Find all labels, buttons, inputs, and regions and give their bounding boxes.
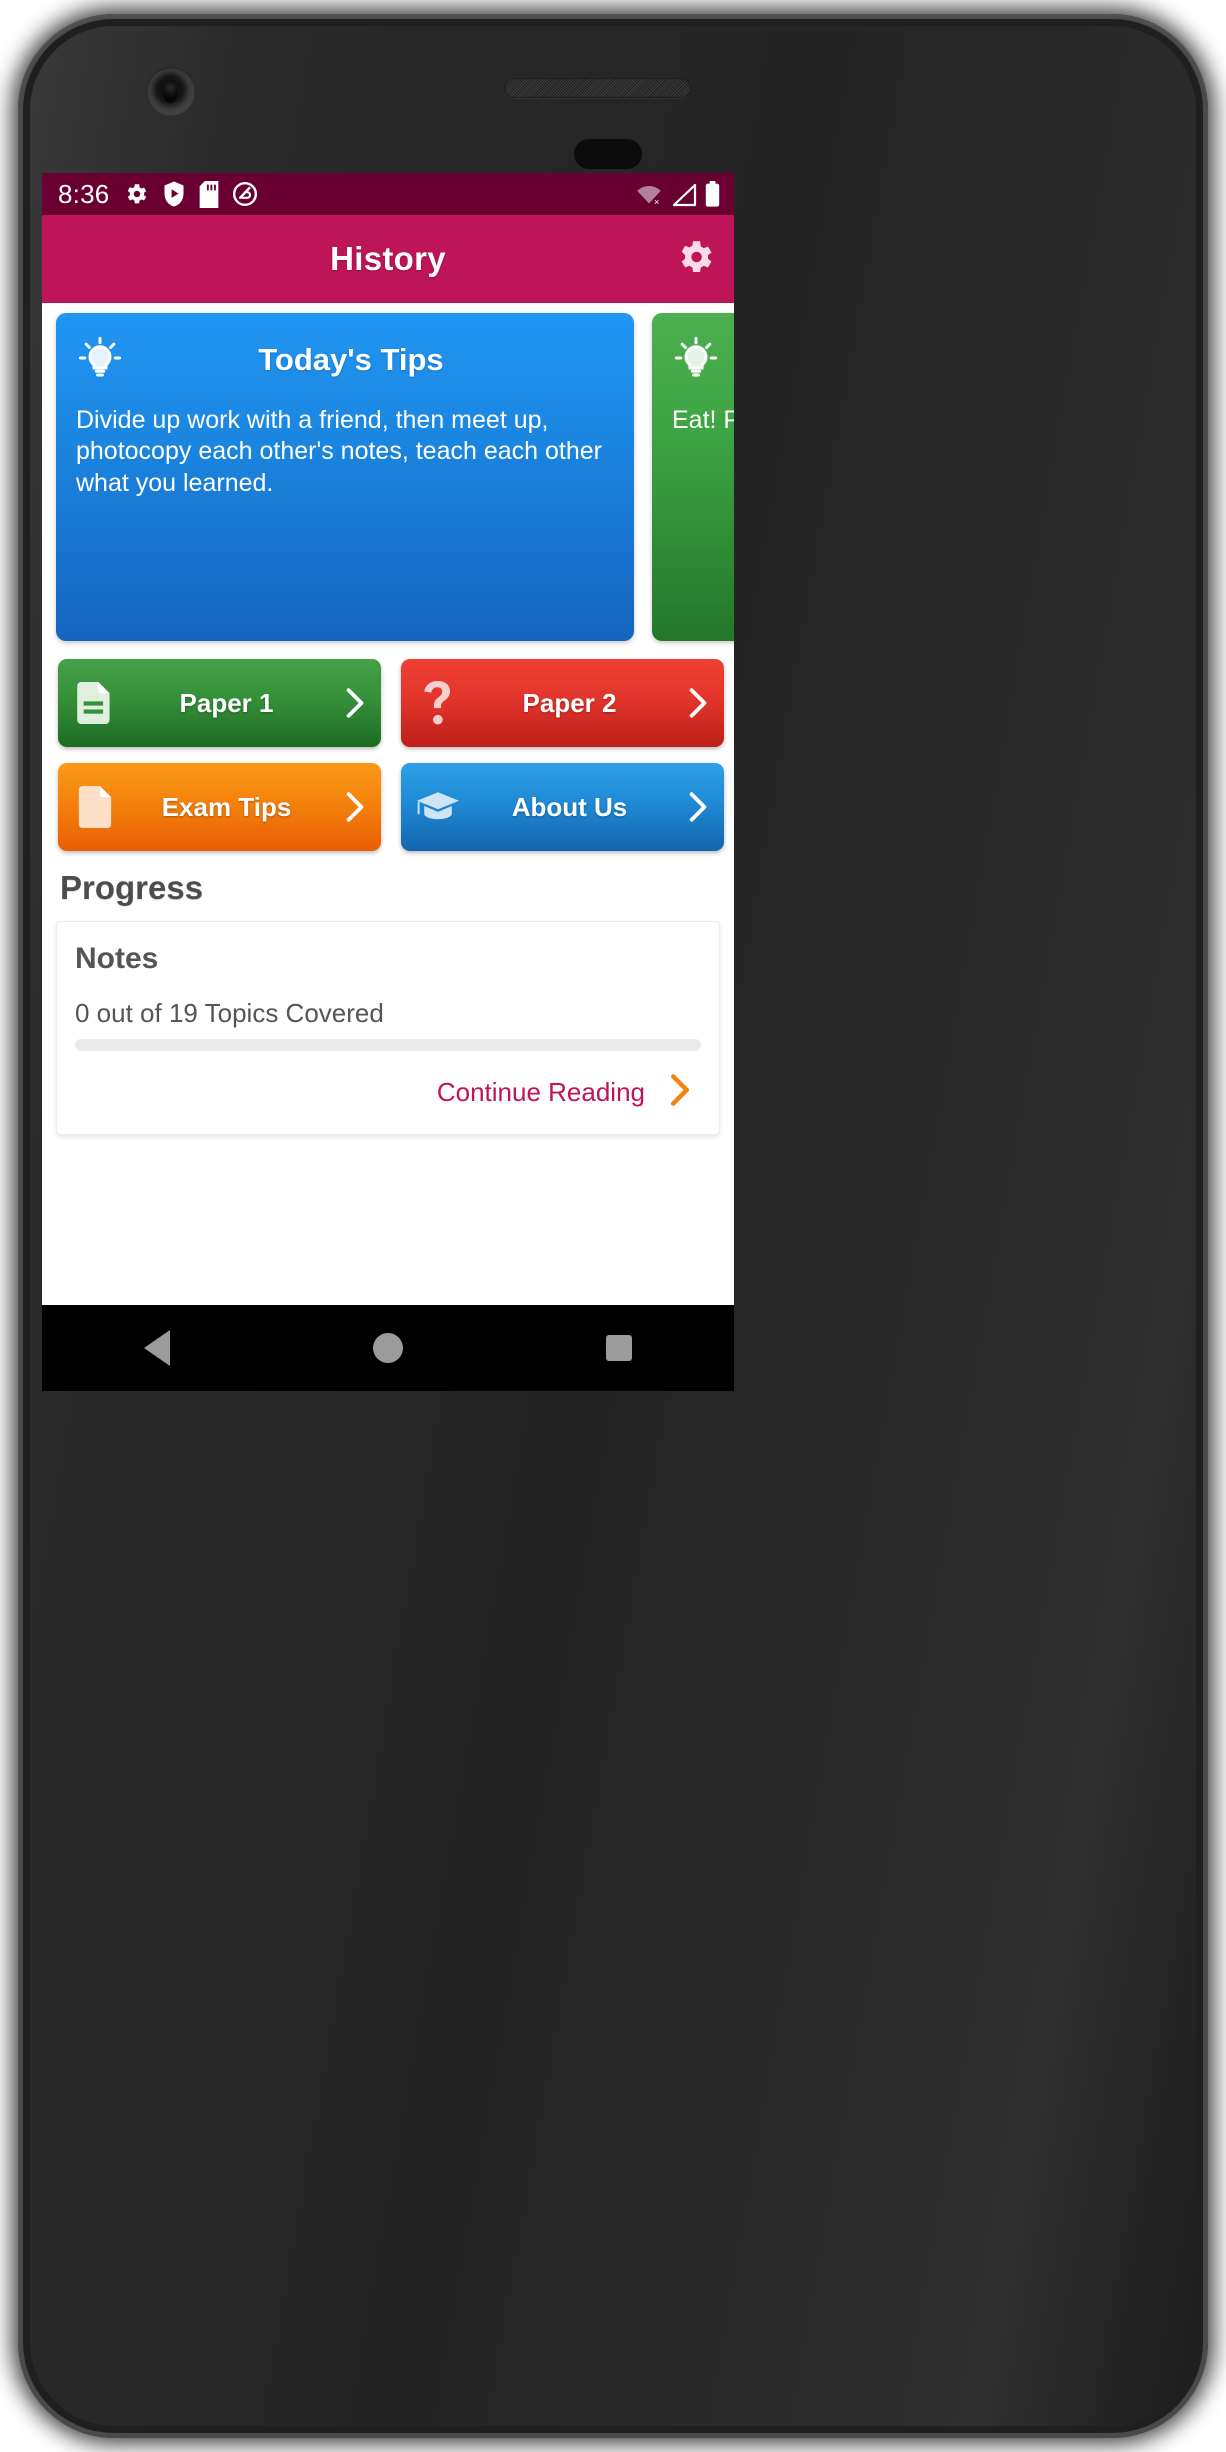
question-mark-icon [415, 681, 461, 725]
home-circle-icon [372, 1333, 403, 1363]
progress-card: Notes 0 out of 19 Topics Covered Continu… [56, 921, 720, 1135]
status-clock: 8:36 [58, 178, 110, 209]
continue-reading-link[interactable]: Continue Reading [75, 1051, 701, 1124]
chevron-right-icon [678, 791, 708, 823]
tips-carousel[interactable]: Today's Tips Divide up work with a frien… [42, 303, 734, 641]
shield-play-icon [162, 181, 186, 207]
graduation-cap-icon [415, 790, 461, 824]
nav-button-label: Paper 1 [179, 687, 274, 718]
lightbulb-icon [76, 334, 124, 387]
cellular-signal-icon [671, 183, 697, 207]
nav-back-button[interactable] [102, 1305, 212, 1391]
tip-card-today[interactable]: Today's Tips Divide up work with a frien… [56, 313, 634, 641]
chevron-right-icon [335, 687, 365, 719]
continue-reading-label: Continue Reading [436, 1077, 645, 1107]
progress-count-text: 0 out of 19 Topics Covered [75, 998, 384, 1028]
tip-card-next[interactable]: Eat! Pick minor chocolate [652, 313, 734, 641]
nav-recents-button[interactable] [564, 1305, 674, 1391]
page-icon [72, 786, 118, 828]
do-not-disturb-icon [232, 181, 258, 207]
tip-card-title: Today's Tips [258, 342, 444, 377]
battery-full-icon [705, 181, 720, 207]
exam-tips-button[interactable]: Exam Tips [58, 763, 381, 851]
lightbulb-icon [672, 334, 720, 387]
status-right-icons: × [635, 181, 720, 207]
gear-icon [674, 236, 716, 283]
nav-button-label: Exam Tips [161, 791, 292, 822]
sensor-notch [574, 139, 642, 169]
app-bar: History [42, 215, 734, 303]
recents-square-icon [605, 1335, 632, 1361]
earpiece-speaker [504, 78, 691, 98]
document-icon [72, 682, 118, 724]
system-nav-bar [42, 1305, 734, 1391]
svg-text:×: × [654, 197, 659, 207]
tip-card-body: Divide up work with a friend, then meet … [76, 406, 602, 497]
tip-card-header [672, 331, 734, 389]
nav-button-grid: Paper 1 Paper 2 Exam Tips About Us [42, 641, 734, 851]
nav-home-button[interactable] [333, 1305, 443, 1391]
status-bar: 8:36 × [42, 173, 734, 215]
back-triangle-icon [144, 1330, 171, 1366]
about-us-button[interactable]: About Us [401, 763, 724, 851]
settings-button[interactable] [672, 236, 718, 282]
nav-button-label: Paper 2 [522, 687, 617, 718]
phone-screen: 8:36 × History Today's Tips Divide up wo… [42, 173, 734, 1305]
front-camera-icon [146, 67, 196, 117]
progress-card-title: Notes [75, 942, 159, 975]
chevron-right-icon [335, 791, 365, 823]
paper-2-button[interactable]: Paper 2 [401, 659, 724, 747]
paper-1-button[interactable]: Paper 1 [58, 659, 381, 747]
wifi-off-icon: × [635, 183, 663, 207]
nav-button-label: About Us [511, 791, 628, 822]
progress-heading: Progress [60, 869, 204, 906]
chevron-right-icon [669, 1073, 691, 1112]
status-left-icons [123, 180, 258, 208]
main-content: Today's Tips Divide up work with a frien… [42, 303, 734, 1305]
chevron-right-icon [678, 687, 708, 719]
sd-card-icon [199, 180, 219, 208]
tip-card-header: Today's Tips [76, 331, 614, 389]
tip-card-body: Eat! Pick minor chocolate [672, 406, 734, 434]
progress-bar [75, 1039, 701, 1051]
gear-icon [123, 181, 149, 207]
page-title: History [330, 240, 446, 277]
